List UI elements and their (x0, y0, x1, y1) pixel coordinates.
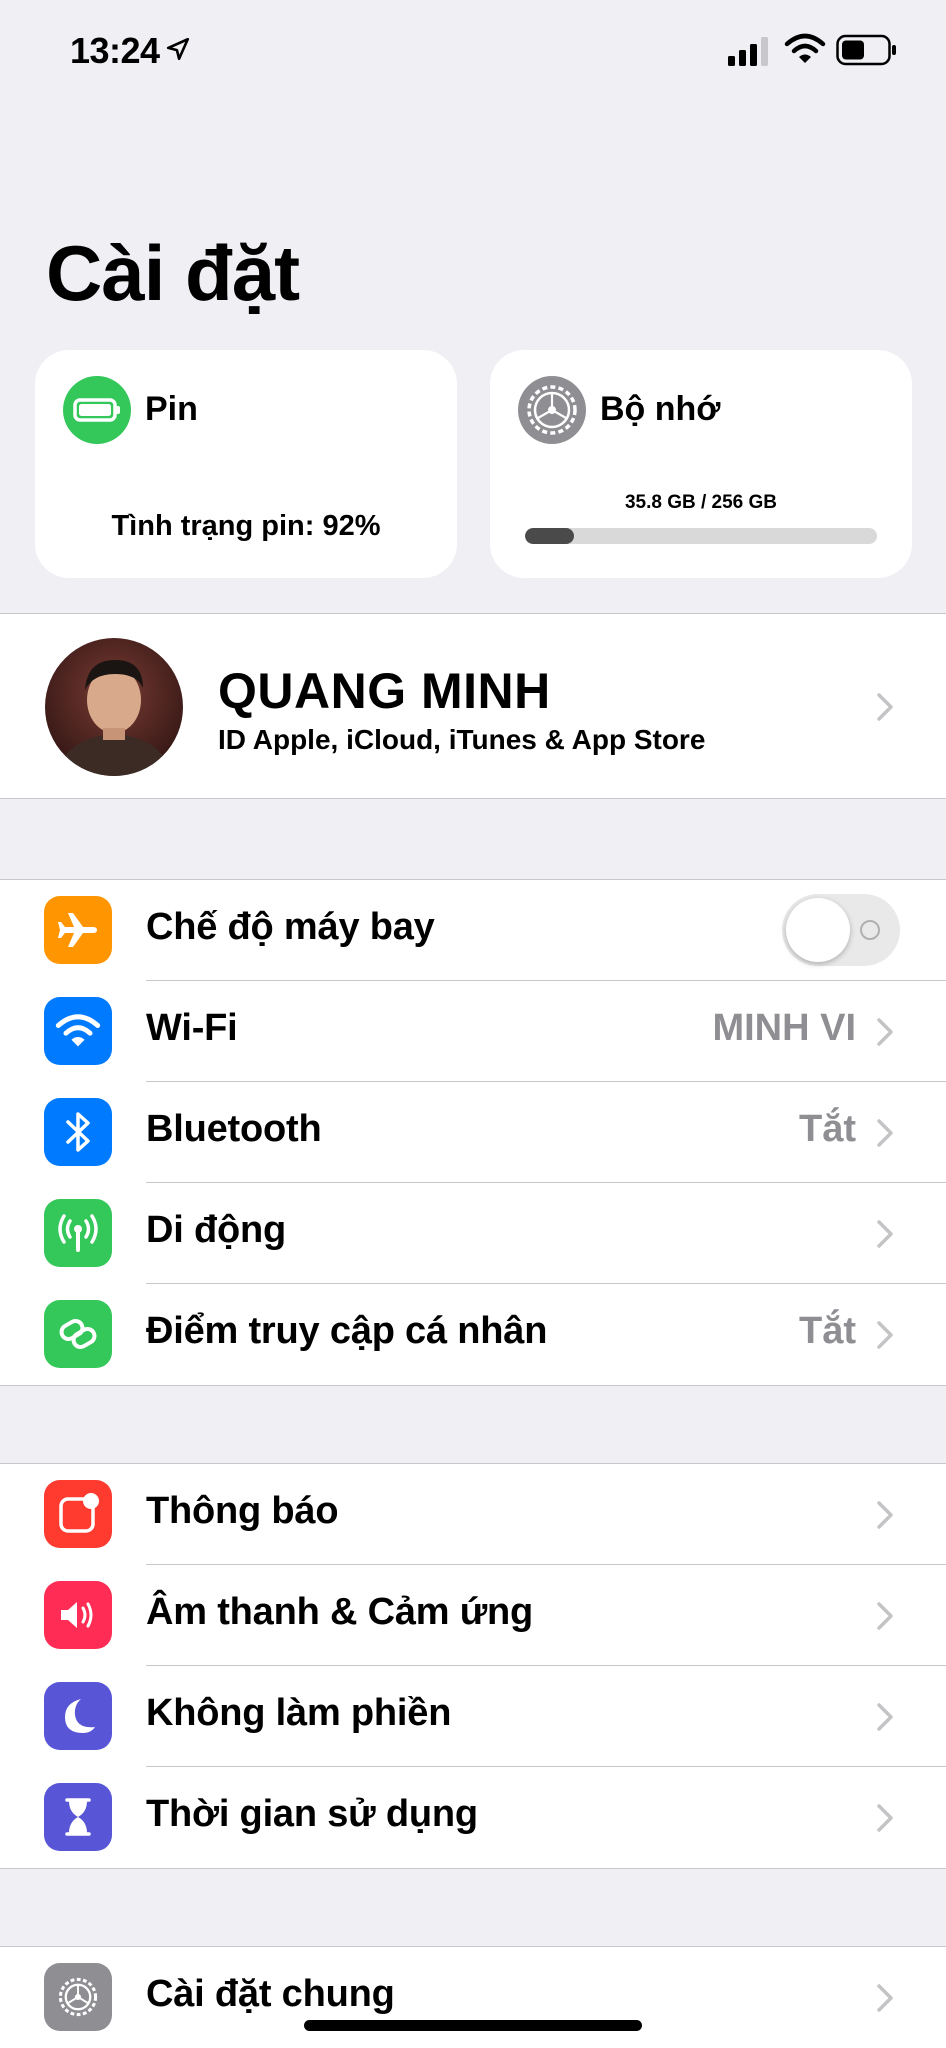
chevron-right-icon (877, 1018, 893, 1046)
page-title: Cài đặt (46, 229, 300, 317)
avatar (45, 638, 183, 776)
settings-row-label: Chế độ máy bay (146, 906, 435, 948)
connectivity-group: Chế độ máy bay Wi-Fi MINH VI Bluetooth T… (0, 879, 946, 1386)
battery-health-text: Tình trạng pin: 92% (111, 510, 381, 542)
settings-row-general[interactable]: Cài đặt chung (0, 1947, 946, 2048)
storage-widget-title: Bộ nhớ (600, 390, 721, 428)
bluetooth-status-value: Tắt (799, 1108, 856, 1150)
airplane-icon (44, 896, 112, 964)
storage-usage-text: 35.8 GB / 256 GB (624, 492, 778, 513)
settings-row-airplane-mode: Chế độ máy bay (0, 880, 946, 981)
cellular-signal-icon (728, 37, 768, 66)
settings-row-label: Không làm phiền (146, 1692, 452, 1734)
chevron-right-icon (877, 1119, 893, 1147)
location-arrow-icon (166, 37, 190, 61)
wifi-icon (44, 997, 112, 1065)
status-bar: 13:24 (0, 0, 946, 110)
storage-usage-fill (525, 528, 575, 544)
battery-icon (836, 34, 896, 66)
settings-row-sounds-haptics[interactable]: Âm thanh & Cảm ứng (0, 1565, 946, 1666)
storage-widget[interactable]: Bộ nhớ 35.8 GB / 256 GB (490, 350, 912, 578)
settings-row-notifications[interactable]: Thông báo (0, 1464, 946, 1565)
settings-row-label: Wi-Fi (146, 1007, 238, 1049)
apple-id-profile-row[interactable]: QUANG MINH ID Apple, iCloud, iTunes & Ap… (0, 613, 946, 799)
battery-widget[interactable]: Pin Tình trạng pin: 92% (35, 350, 457, 578)
profile-name: QUANG MINH (218, 663, 551, 719)
moon-icon (44, 1682, 112, 1750)
chevron-right-icon (877, 1220, 893, 1248)
hourglass-icon (44, 1783, 112, 1851)
settings-row-bluetooth[interactable]: Bluetooth Tắt (0, 1082, 946, 1183)
speaker-icon (44, 1581, 112, 1649)
chevron-right-icon (877, 1984, 893, 2012)
wifi-icon (784, 33, 826, 63)
chevron-right-icon (877, 1602, 893, 1630)
hotspot-status-value: Tắt (799, 1310, 856, 1352)
general-group: Cài đặt chung (0, 1946, 946, 2048)
gear-icon (44, 1963, 112, 2031)
chevron-right-icon (877, 1703, 893, 1731)
settings-row-screen-time[interactable]: Thời gian sử dụng (0, 1767, 946, 1868)
home-indicator (304, 2020, 642, 2031)
airplane-mode-toggle[interactable] (782, 894, 900, 966)
settings-row-label: Bluetooth (146, 1108, 322, 1150)
notifications-icon (44, 1480, 112, 1548)
bluetooth-icon (44, 1098, 112, 1166)
settings-row-personal-hotspot[interactable]: Điểm truy cập cá nhân Tắt (0, 1284, 946, 1385)
notifications-group: Thông báo Âm thanh & Cảm ứng Không làm p… (0, 1463, 946, 1869)
battery-icon (63, 376, 131, 444)
settings-row-label: Thời gian sử dụng (146, 1793, 478, 1835)
chevron-right-icon (877, 1321, 893, 1349)
chevron-right-icon (877, 1501, 893, 1529)
chevron-right-icon (877, 1804, 893, 1832)
toggle-off-indicator (860, 920, 880, 940)
profile-subtitle: ID Apple, iCloud, iTunes & App Store (218, 724, 706, 755)
storage-usage-bar (525, 528, 877, 544)
settings-row-label: Thông báo (146, 1490, 339, 1532)
settings-row-label: Di động (146, 1209, 287, 1251)
settings-row-label: Âm thanh & Cảm ứng (146, 1591, 534, 1633)
wifi-network-value: MINH VI (712, 1007, 856, 1049)
settings-row-cellular[interactable]: Di động (0, 1183, 946, 1284)
toggle-knob (786, 898, 850, 962)
settings-row-do-not-disturb[interactable]: Không làm phiền (0, 1666, 946, 1767)
battery-widget-title: Pin (145, 390, 198, 428)
settings-row-wifi[interactable]: Wi-Fi MINH VI (0, 981, 946, 1082)
settings-row-label: Cài đặt chung (146, 1973, 395, 2015)
status-time: 13:24 (70, 30, 160, 71)
antenna-icon (44, 1199, 112, 1267)
hotspot-chain-icon (44, 1300, 112, 1368)
settings-row-label: Điểm truy cập cá nhân (146, 1310, 548, 1352)
chevron-right-icon (877, 693, 893, 721)
gear-icon (518, 376, 586, 444)
